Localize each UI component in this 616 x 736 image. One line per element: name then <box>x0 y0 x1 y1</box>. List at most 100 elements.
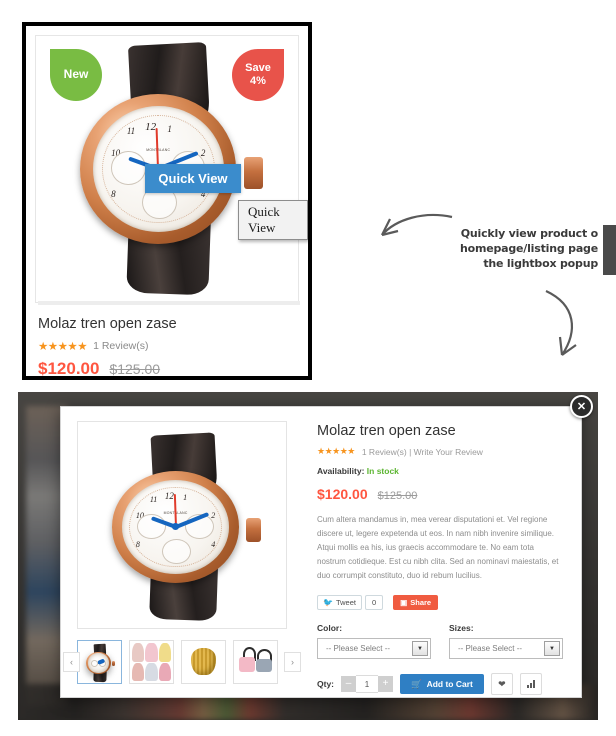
share-square-icon: ▣ <box>400 598 408 607</box>
quick-view-button-label: Quick View <box>158 171 228 186</box>
quantity-decrease-button[interactable]: – <box>341 676 356 692</box>
thumbnail-strip: ‹ › <box>63 640 301 684</box>
lightbox-gallery: 12 11 1 10 2 8 4 MONTBLANC <box>63 421 301 684</box>
gallery-main-image[interactable]: 12 11 1 10 2 8 4 MONTBLANC <box>77 421 287 629</box>
review-link[interactable]: 1 Review(s) | Write Your Review <box>362 447 483 457</box>
star-rating-icon: ★★★★★ <box>317 446 355 456</box>
watch-dial: 12 11 1 10 2 8 4 MONTBLANC <box>121 480 230 574</box>
wishlist-button[interactable]: ❤ <box>490 673 513 695</box>
product-title[interactable]: Molaz tren open zase <box>38 316 298 332</box>
availability-label: Availability: <box>317 466 365 476</box>
annotation-arrows <box>381 213 577 356</box>
new-badge: New <box>50 49 102 101</box>
dress-5 <box>145 662 158 681</box>
color-select[interactable]: -- Please Select -- ▼ <box>317 638 431 659</box>
twitter-bird-icon: 🐦 <box>323 598 333 607</box>
watch-crown <box>111 661 115 667</box>
thumbnail-bracelet[interactable] <box>181 640 226 684</box>
quantity-stepper: – 1 + <box>341 675 393 693</box>
close-icon[interactable]: ✕ <box>570 395 593 418</box>
dress-2 <box>145 643 158 662</box>
add-to-cart-label: Add to Cart <box>426 679 473 689</box>
save-badge-label: Save <box>245 62 271 75</box>
watch-numeral-11: 11 <box>149 495 158 505</box>
product-description: Cum altera mandamus in, mea verear dispu… <box>317 515 559 580</box>
lightbox-product-title: Molaz tren open zase <box>317 423 456 439</box>
thumbnail-dresses[interactable] <box>129 640 174 684</box>
size-select[interactable]: -- Please Select -- ▼ <box>449 638 563 659</box>
compare-button[interactable] <box>519 673 542 695</box>
watch-dial <box>88 653 109 673</box>
handbag-gray <box>255 658 272 673</box>
compare-bars-icon <box>526 680 535 688</box>
color-label: Color: <box>317 623 343 633</box>
chevron-down-icon[interactable]: ▼ <box>544 641 560 656</box>
lightbox-rating-row: ★★★★★ 1 Review(s) | Write Your Review <box>317 446 563 457</box>
watch-numeral-8: 8 <box>135 540 140 550</box>
dress-3 <box>158 643 171 662</box>
thumbnail-handbags[interactable] <box>233 640 278 684</box>
save-badge-percent: 4% <box>250 75 266 87</box>
dress-1 <box>132 643 145 662</box>
review-count[interactable]: 1 Review(s) <box>93 340 148 352</box>
annotation-edge-bar <box>603 225 616 275</box>
chevron-left-icon[interactable]: ‹ <box>63 652 80 672</box>
option-size: Sizes: -- Please Select -- ▼ <box>449 623 563 659</box>
availability-row: Availability: In stock <box>317 466 563 476</box>
price-row: $120.00 $125.00 <box>38 359 298 377</box>
availability-value: In stock <box>366 466 399 476</box>
watch-case: 12 11 1 10 2 8 4 MONTBLANC <box>111 471 240 583</box>
dress-4 <box>132 662 145 681</box>
handbag-pink <box>239 656 255 673</box>
product-card: 12 11 1 10 2 8 4 MONTBLANC <box>22 22 312 380</box>
cart-icon: 🛒 <box>411 678 422 689</box>
new-badge-label: New <box>63 67 89 82</box>
quantity-increase-button[interactable]: + <box>378 676 393 692</box>
chevron-down-icon[interactable]: ▼ <box>412 641 428 656</box>
add-to-cart-button[interactable]: 🛒 Add to Cart <box>400 674 484 694</box>
annotation-line-2: homepage/listing page <box>459 241 598 255</box>
share-button[interactable]: ▣ Share <box>393 595 439 610</box>
quick-view-button[interactable]: Quick View <box>145 164 241 193</box>
thumbnail-watch[interactable] <box>77 640 122 684</box>
lightbox-scene: ✕ 12 11 1 10 2 8 4 ‹ › Molaz tren open z… <box>18 392 598 720</box>
option-color: Color: -- Please Select -- ▼ <box>317 623 431 659</box>
size-select-value: -- Please Select -- <box>458 644 523 653</box>
annotation-text: Quickly view product o homepage/listing … <box>398 227 598 272</box>
star-rating-icon: ★★★★★ <box>38 341 88 353</box>
chevron-right-icon[interactable]: › <box>284 652 301 672</box>
old-price: $125.00 <box>109 361 161 377</box>
quick-view-tooltip: Quick View <box>238 200 308 240</box>
tweet-button[interactable]: 🐦 Tweet <box>317 595 362 610</box>
add-to-cart-row: Qty: – 1 + 🛒 Add to Cart ❤ <box>317 673 563 695</box>
product-info: Molaz tren open zase ★★★★★ 1 Review(s) $… <box>38 316 298 377</box>
heart-icon: ❤ <box>498 678 506 689</box>
watch-center-pin <box>97 662 100 664</box>
dress-6 <box>158 662 171 681</box>
size-label: Sizes: <box>449 623 474 633</box>
watch-numeral-4: 4 <box>211 540 216 550</box>
watch-center-pin <box>171 523 180 530</box>
annotation-callout: Quickly view product o homepage/listing … <box>360 195 616 375</box>
quantity-value: 1 <box>364 679 370 689</box>
share-button-label: Share <box>410 598 432 607</box>
annotation-line-3: the lightbox popup <box>483 256 598 270</box>
watch-numeral-11: 11 <box>126 126 136 137</box>
tweet-button-label: Tweet <box>335 598 356 607</box>
watch-numeral-12: 12 <box>164 491 174 502</box>
watch-thumbnail-image <box>84 643 116 683</box>
watch-crown <box>244 156 263 189</box>
tweet-widget[interactable]: 🐦 Tweet 0 <box>317 595 384 610</box>
minus-icon: – <box>345 678 352 689</box>
watch-numeral-1: 1 <box>167 123 172 134</box>
watch-numeral-8: 8 <box>111 189 116 200</box>
quantity-input[interactable]: 1 <box>356 675 378 693</box>
watch-numeral-2: 2 <box>211 511 216 521</box>
watch-crown <box>246 517 262 542</box>
gold-bracelet-image <box>191 647 216 675</box>
thumb-prev-glyph: ‹ <box>70 657 73 667</box>
color-select-value: -- Please Select -- <box>326 644 391 653</box>
image-shadow <box>38 301 300 305</box>
quantity-label: Qty: <box>317 679 334 689</box>
thumb-next-glyph: › <box>291 657 294 667</box>
